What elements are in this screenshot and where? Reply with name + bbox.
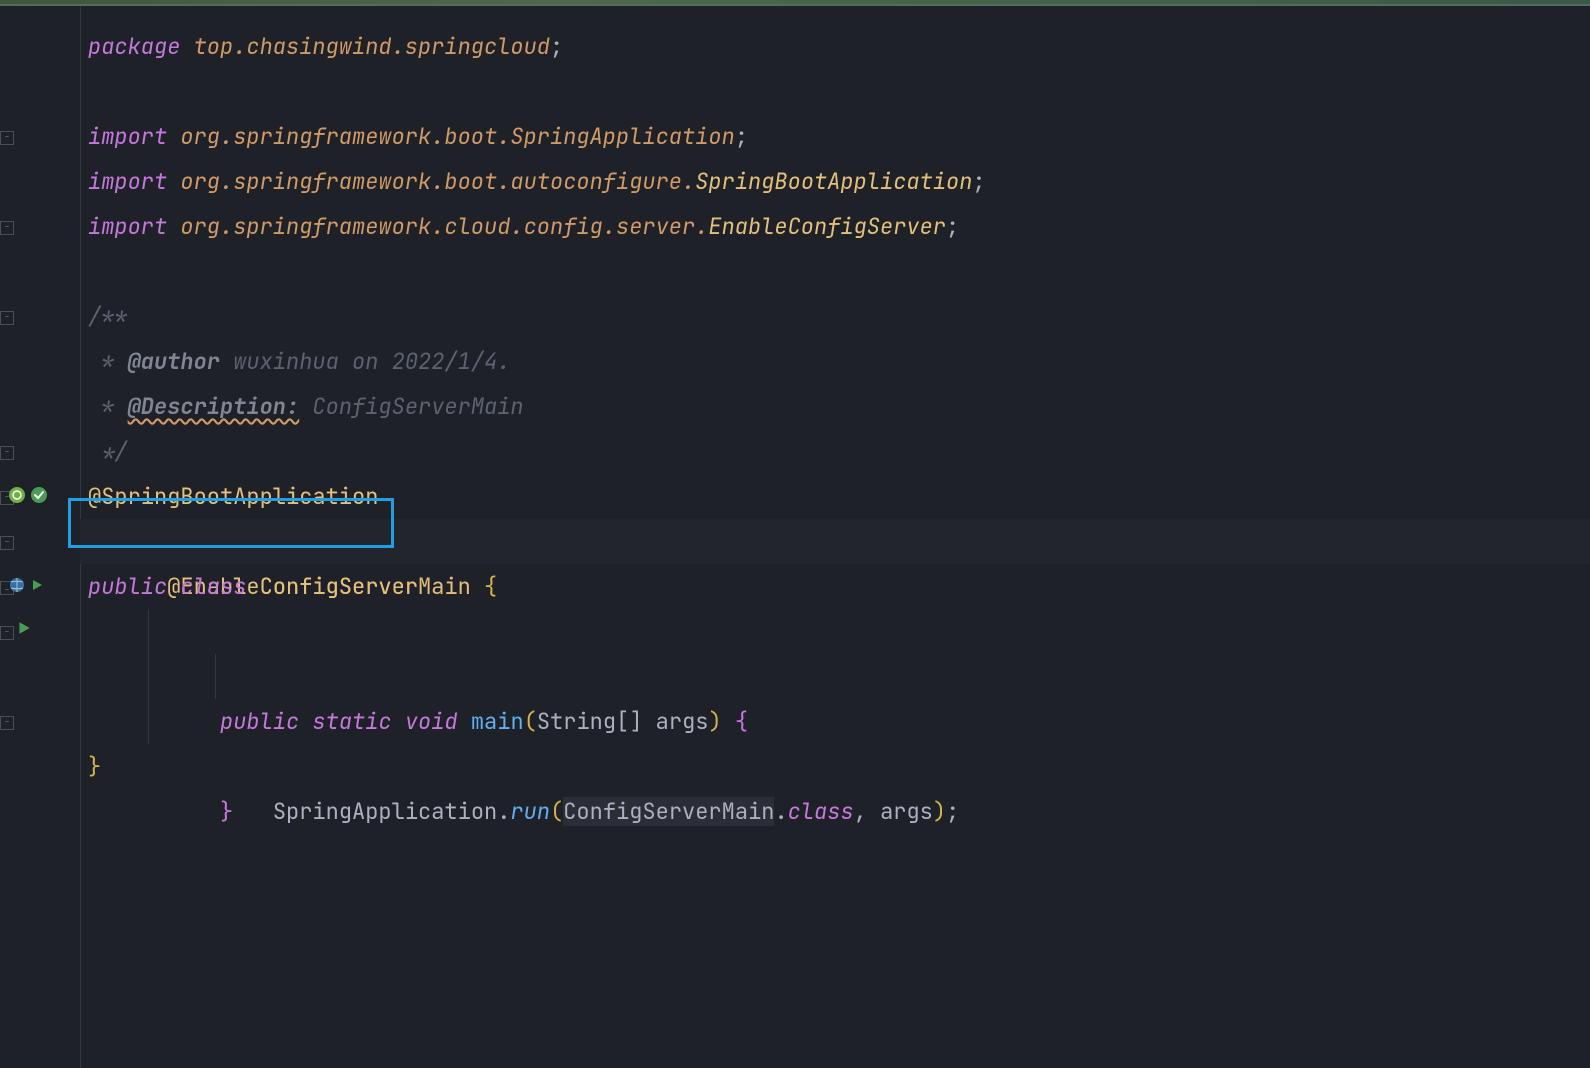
method-name: run <box>510 797 550 826</box>
fold-toggle[interactable]: − <box>0 716 14 730</box>
code-line-blank[interactable] <box>80 69 1590 114</box>
gutter-icons-line-11[interactable] <box>8 486 48 504</box>
comma: , <box>854 797 880 826</box>
code-line[interactable]: package top.chasingwind.springcloud; <box>80 24 1590 69</box>
package-name: top.chasingwind.springcloud <box>180 32 550 61</box>
code-line[interactable]: import org.springframework.boot.SpringAp… <box>80 114 1590 159</box>
class-name: ConfigServerMain <box>260 572 471 601</box>
keyword-import: import <box>88 212 167 241</box>
check-icon <box>30 486 48 504</box>
paren-close: ) <box>933 797 946 826</box>
code-line[interactable]: } <box>80 744 1590 789</box>
doc-star: * <box>88 347 128 376</box>
run-icon <box>16 620 32 636</box>
brace-open: { <box>471 572 497 601</box>
doc-star: * <box>88 392 128 421</box>
keyword-class: class <box>180 572 246 601</box>
dot: . <box>774 797 787 826</box>
import-path: org.springframework.boot.autoconfigure. <box>167 167 695 196</box>
code-line[interactable]: /** <box>80 294 1590 339</box>
code-line-blank[interactable] <box>80 249 1590 294</box>
code-line[interactable]: SpringApplication.run(ConfigServerMain.c… <box>80 654 1590 699</box>
annotation: @SpringBootApplication <box>88 482 378 511</box>
fold-toggle[interactable]: − <box>0 131 14 145</box>
editor: − − − − − − − − − <box>0 6 1590 1068</box>
fold-toggle[interactable]: − <box>0 446 14 460</box>
code-line[interactable]: * @author wuxinhua on 2022/1/4. <box>80 339 1590 384</box>
code-area[interactable]: package top.chasingwind.springcloud; imp… <box>80 6 1590 1068</box>
doc-tag-author: @author <box>128 347 220 376</box>
brace-close: } <box>88 752 101 781</box>
spring-icon <box>8 486 26 504</box>
class-ref: SpringApplication <box>273 797 497 826</box>
code-line[interactable]: public class ConfigServerMain { <box>80 564 1590 609</box>
code-line[interactable]: public static void main(String[] args) { <box>80 609 1590 654</box>
code-line[interactable]: import org.springframework.boot.autoconf… <box>80 159 1590 204</box>
doc-tag-description: @Description: <box>128 392 300 421</box>
semicolon: ; <box>946 797 959 826</box>
fold-toggle[interactable]: − <box>0 221 14 235</box>
indent <box>167 797 220 826</box>
arg-name: args <box>880 797 933 826</box>
import-class: SpringApplication <box>510 122 734 151</box>
keyword-package: package <box>88 32 180 61</box>
gutter-icons-line-13[interactable] <box>8 576 44 594</box>
semicolon: ; <box>946 212 959 241</box>
doc-comment-close: */ <box>88 437 128 466</box>
import-path: org.springframework.cloud.config.server. <box>167 212 708 241</box>
keyword-import: import <box>88 167 167 196</box>
code-line[interactable]: @SpringBootApplication <box>80 474 1590 519</box>
import-path: org.springframework.boot. <box>167 122 510 151</box>
keyword-import: import <box>88 122 167 151</box>
fold-toggle[interactable]: − <box>0 626 14 640</box>
code-line[interactable]: * @Description: ConfigServerMain <box>80 384 1590 429</box>
keyword-public: public <box>88 572 167 601</box>
semicolon: ; <box>550 32 563 61</box>
import-class: EnableConfigServer <box>708 212 946 241</box>
run-icon <box>30 578 44 592</box>
semicolon: ; <box>735 122 748 151</box>
code-line[interactable]: */ <box>80 429 1590 474</box>
code-line[interactable]: import org.springframework.cloud.config.… <box>80 204 1590 249</box>
gutter: − − − − − − − − − <box>0 6 80 1068</box>
doc-text: wuxinhua on 2022/1/4. <box>220 347 510 376</box>
brace-close: } <box>220 797 233 826</box>
keyword-class-literal: class <box>788 797 854 826</box>
dot: . <box>497 797 510 826</box>
class-literal: ConfigServerMain <box>563 797 774 826</box>
fold-toggle[interactable]: − <box>0 311 14 325</box>
semicolon: ; <box>972 167 985 196</box>
paren-open: ( <box>550 797 563 826</box>
globe-icon <box>8 576 26 594</box>
fold-toggle[interactable]: − <box>0 536 14 550</box>
import-class: SpringBootApplication <box>695 167 972 196</box>
doc-comment-open: /** <box>88 302 128 331</box>
code-line[interactable]: } <box>80 699 1590 744</box>
doc-text: ConfigServerMain <box>299 392 523 421</box>
code-line-highlighted[interactable]: @EnableConfigServer <box>80 519 1590 564</box>
gutter-run-main[interactable] <box>16 620 32 636</box>
